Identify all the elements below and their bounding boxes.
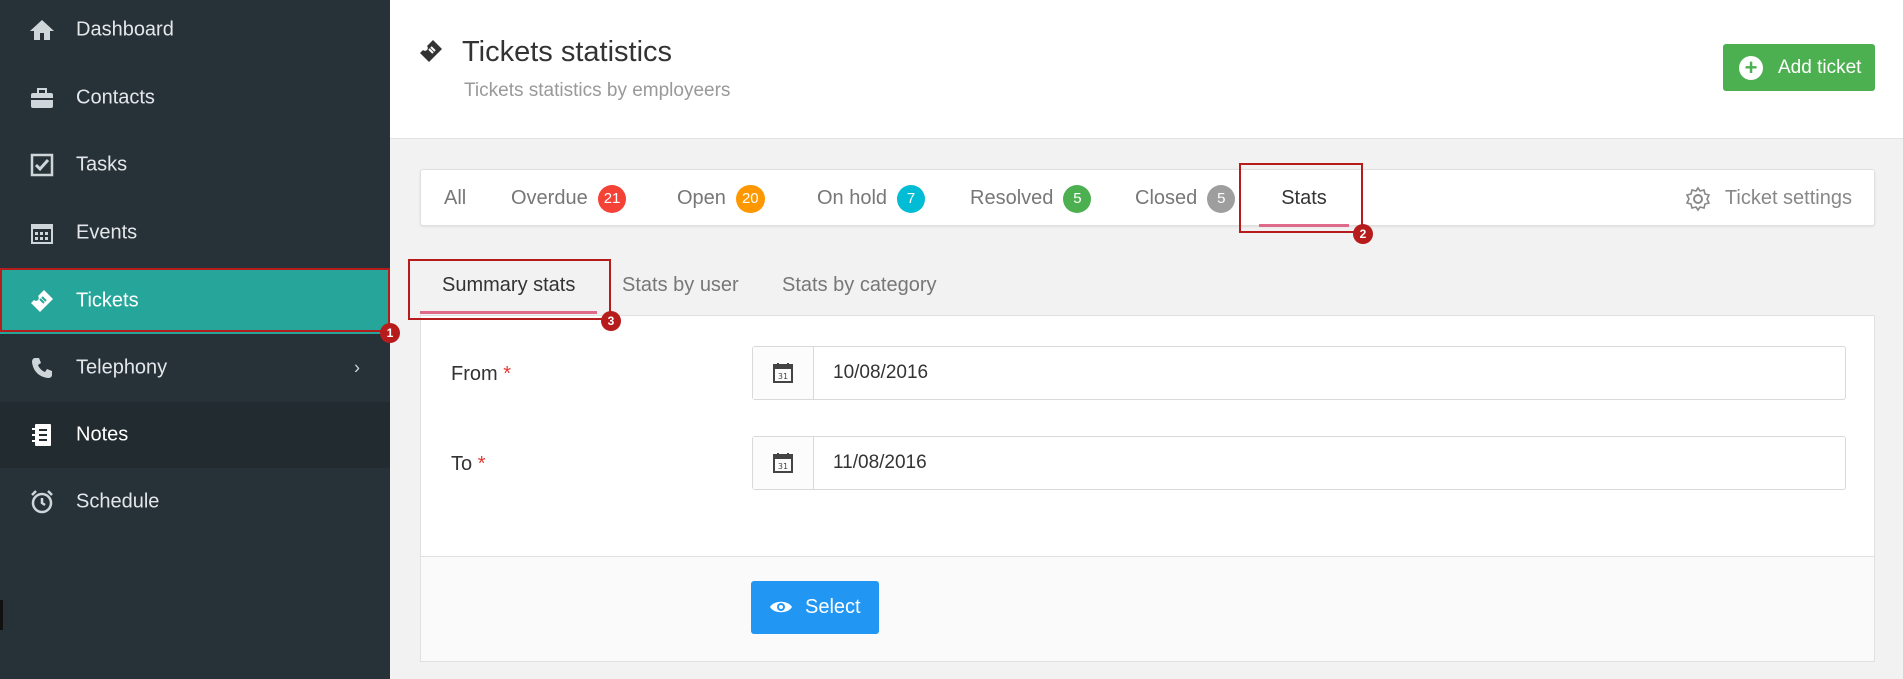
from-date-field: 31 <box>752 346 1846 400</box>
count-badge: 5 <box>1207 184 1236 213</box>
ticket-icon <box>420 40 442 62</box>
phone-icon <box>28 354 56 382</box>
page-subtitle: Tickets statistics by employeers <box>464 80 731 101</box>
gear-icon <box>1685 186 1711 211</box>
ticket-settings-link[interactable]: Ticket settings <box>1685 170 1852 227</box>
tab-resolved[interactable]: Resolved 5 <box>970 170 1092 227</box>
sidebar-item-label: Telephony <box>76 356 168 379</box>
annotation-badge-3: 3 <box>601 311 621 331</box>
notebook-icon <box>28 421 56 449</box>
sidebar: Dashboard Contacts Tasks Events Tickets … <box>0 0 390 679</box>
annotation-box-1 <box>0 268 390 332</box>
select-button[interactable]: Select <box>751 581 879 634</box>
to-date-input[interactable] <box>815 437 1845 489</box>
to-label: To * <box>451 453 486 475</box>
sidebar-item-label: Contacts <box>76 86 155 109</box>
sidebar-item-notes[interactable]: Notes <box>0 402 390 468</box>
stats-form-panel: From * 31 To * 31 Select <box>420 315 1875 662</box>
calendar-icon <box>28 219 56 247</box>
annotation-box-3 <box>408 259 611 320</box>
form-footer: Select <box>421 556 1874 661</box>
sidebar-item-label: Schedule <box>76 490 160 513</box>
sidebar-item-contacts[interactable]: Contacts <box>0 65 390 131</box>
sidebar-item-label: Events <box>76 221 138 244</box>
tab-open[interactable]: Open 20 <box>677 170 765 227</box>
subtab-stats-by-user[interactable]: Stats by user <box>622 260 739 310</box>
tab-closed[interactable]: Closed 5 <box>1135 170 1236 227</box>
count-badge: 20 <box>735 184 765 213</box>
from-label: From * <box>451 363 512 385</box>
sidebar-item-label: Notes <box>76 423 129 446</box>
annotation-box-2 <box>1239 163 1363 233</box>
subtab-stats-by-category[interactable]: Stats by category <box>782 260 937 310</box>
alarm-clock-icon <box>28 488 56 516</box>
sidebar-scrollbar[interactable] <box>0 600 3 630</box>
ticket-tabs: All Overdue 21 Open 20 On hold 7 Resolve… <box>420 169 1875 227</box>
svg-text:31: 31 <box>778 372 788 381</box>
page-header: Tickets statistics Tickets statistics by… <box>390 0 1903 139</box>
add-ticket-button[interactable]: + Add ticket <box>1723 44 1875 91</box>
annotation-badge-1: 1 <box>380 323 400 343</box>
from-date-input[interactable] <box>815 347 1845 399</box>
tab-all[interactable]: All <box>444 170 466 227</box>
chevron-right-icon: › <box>354 357 360 378</box>
sidebar-item-label: Tasks <box>76 153 128 176</box>
tab-overdue[interactable]: Overdue 21 <box>511 170 627 227</box>
sidebar-item-dashboard[interactable]: Dashboard <box>0 0 390 63</box>
count-badge: 21 <box>597 184 627 213</box>
calendar-icon[interactable]: 31 <box>753 347 814 399</box>
tab-on-hold[interactable]: On hold 7 <box>817 170 926 227</box>
calendar-icon[interactable]: 31 <box>753 437 814 489</box>
briefcase-icon <box>28 84 56 112</box>
home-icon <box>28 16 56 44</box>
sidebar-item-label: Dashboard <box>76 18 174 41</box>
sidebar-item-tasks[interactable]: Tasks <box>0 132 390 198</box>
checkbox-icon <box>28 151 56 179</box>
sidebar-item-schedule[interactable]: Schedule <box>0 469 390 535</box>
count-badge: 7 <box>897 184 926 213</box>
sidebar-item-telephony[interactable]: Telephony › <box>0 335 390 401</box>
plus-circle-icon: + <box>1739 56 1763 80</box>
page-title: Tickets statistics <box>462 36 673 68</box>
count-badge: 5 <box>1063 184 1092 213</box>
annotation-badge-2: 2 <box>1353 224 1373 244</box>
sidebar-item-events[interactable]: Events <box>0 200 390 266</box>
eye-icon <box>770 601 792 613</box>
to-date-field: 31 <box>752 436 1846 490</box>
svg-text:31: 31 <box>778 462 788 471</box>
